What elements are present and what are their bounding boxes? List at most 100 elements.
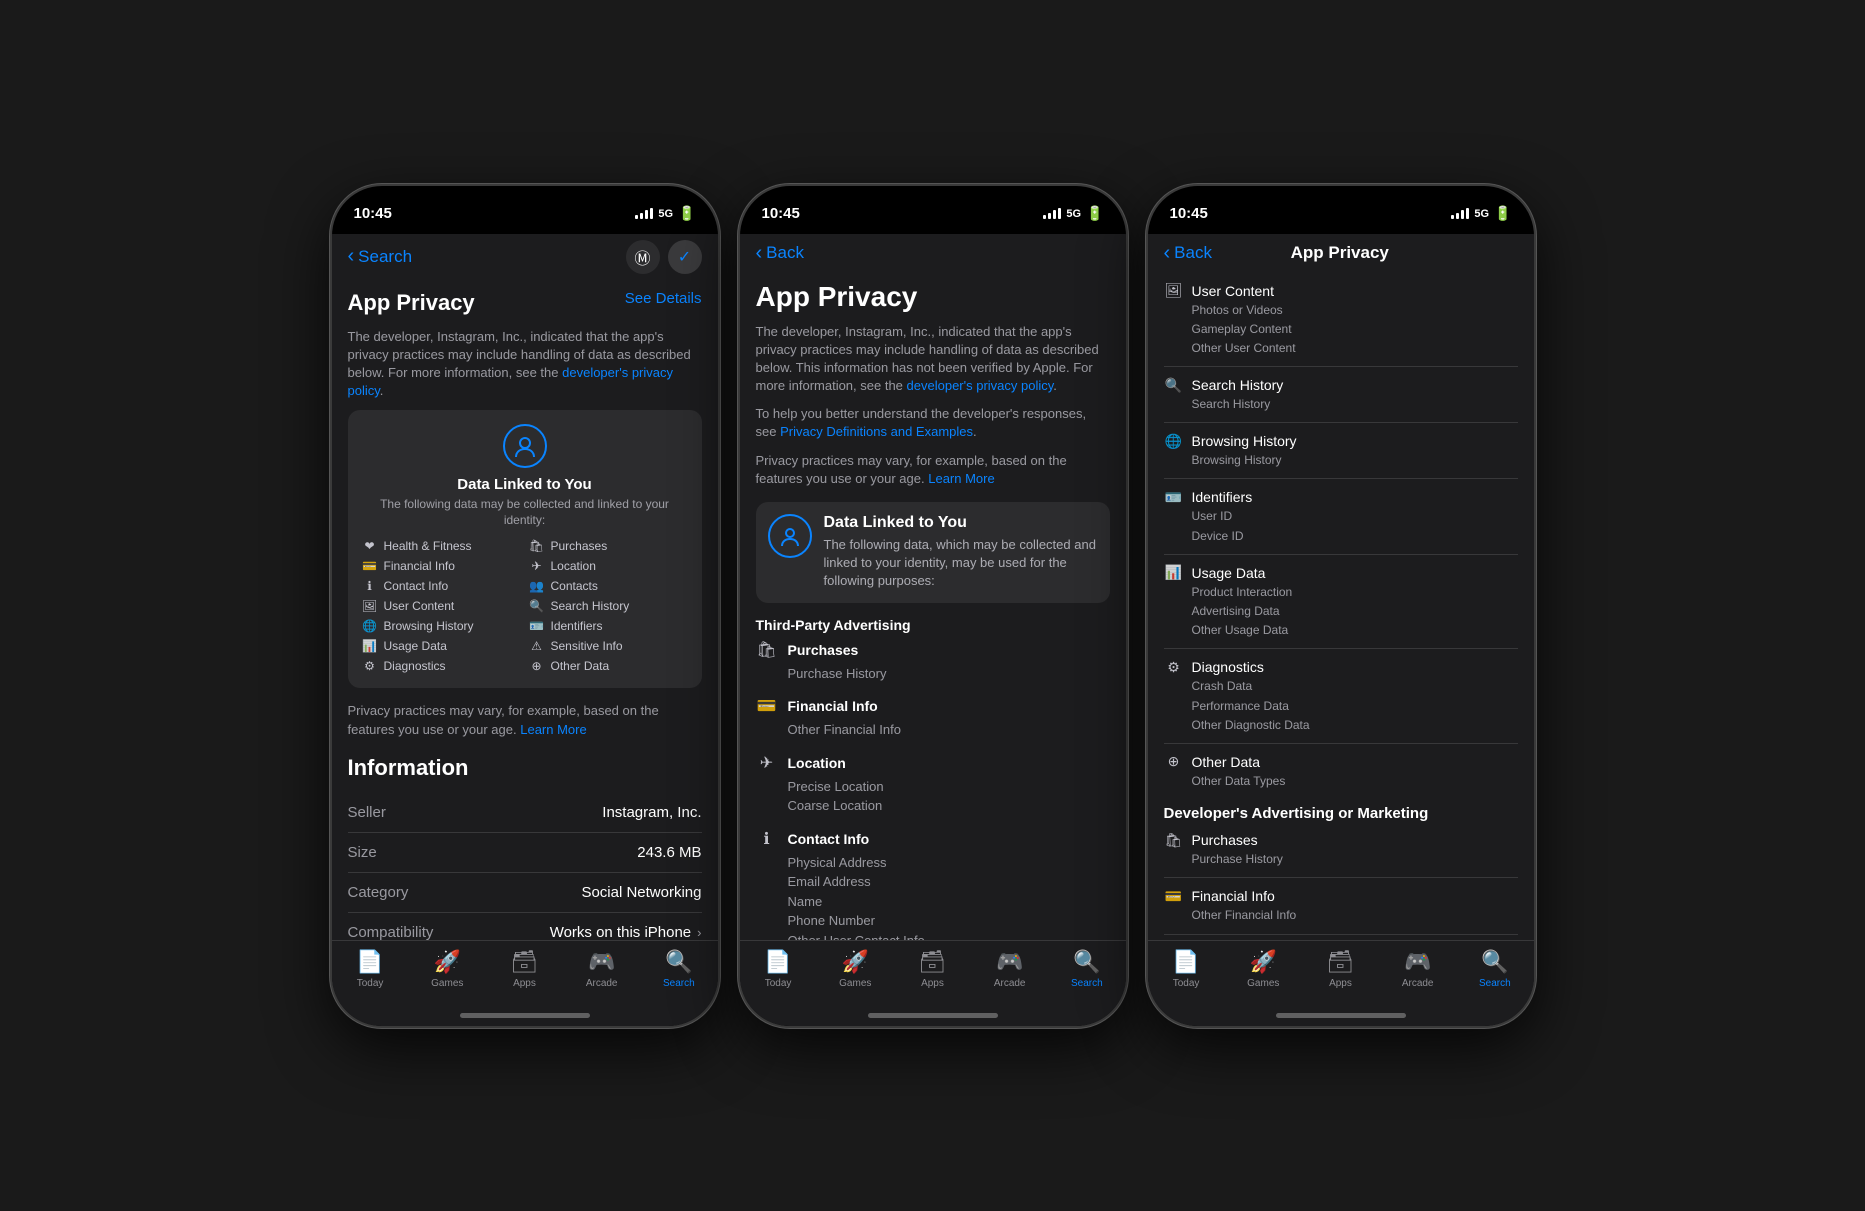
time-1: 10:45 bbox=[354, 205, 392, 222]
back-button-1[interactable]: ‹ Search bbox=[348, 245, 413, 268]
privacy-item-browsing: 🌐 Browsing History bbox=[362, 618, 521, 634]
threads-icon-1: Ⓜ bbox=[634, 245, 650, 269]
p2-financial-title: Financial Info bbox=[788, 698, 878, 714]
dynamic-island-1 bbox=[465, 186, 585, 220]
threads-badge-1[interactable]: Ⓜ bbox=[626, 240, 660, 274]
chevron-icon-compat: › bbox=[697, 925, 701, 940]
size-value: 243.6 MB bbox=[637, 844, 701, 861]
see-details-button[interactable]: See Details bbox=[625, 290, 702, 307]
user-content-icon: 🖼 bbox=[362, 598, 378, 614]
p2-purchases-sub: Purchase History bbox=[756, 664, 1110, 684]
screen-3: ‹ Back App Privacy 🖼 User Content Photos… bbox=[1148, 234, 1534, 1026]
content-2: App Privacy The developer, Instagram, In… bbox=[740, 269, 1126, 940]
search-icon-tab-3: 🔍 bbox=[1481, 949, 1508, 975]
privacy-item-purchases: 🛍 Purchases bbox=[529, 538, 688, 554]
purchases-icon: 🛍 bbox=[529, 538, 545, 554]
p2-purchases: 🛍 Purchases Purchase History bbox=[756, 639, 1110, 684]
tab-apps-3[interactable]: 🗃 Apps bbox=[1310, 949, 1370, 989]
learn-more-link-1[interactable]: Learn More bbox=[520, 722, 586, 737]
tab-search-1[interactable]: 🔍 Search bbox=[649, 949, 709, 989]
info-row-category: Category Social Networking bbox=[348, 873, 702, 913]
check-button-1[interactable]: ✓ bbox=[668, 240, 702, 274]
battery-icon-2: 🔋 bbox=[1086, 205, 1103, 222]
tab-apps-1[interactable]: 🗃 Apps bbox=[494, 949, 554, 989]
contacts-icon: 👥 bbox=[529, 578, 545, 594]
p3-dev-financial-sub: Other Financial Info bbox=[1164, 906, 1518, 925]
content-1: App Privacy See Details The developer, I… bbox=[332, 278, 718, 940]
p3-dev-financial-title: Financial Info bbox=[1192, 888, 1275, 904]
category-label: Category bbox=[348, 884, 409, 901]
tab-games-1[interactable]: 🚀 Games bbox=[417, 949, 477, 989]
app-privacy-title-2: App Privacy bbox=[756, 281, 1110, 313]
arcade-label-1: Arcade bbox=[586, 978, 618, 989]
tab-apps-2[interactable]: 🗃 Apps bbox=[902, 949, 962, 989]
signal-bars-3 bbox=[1451, 208, 1469, 219]
third-party-header: Third-Party Advertising bbox=[756, 617, 1110, 633]
nav-bar-1: ‹ Search Ⓜ ✓ bbox=[332, 234, 718, 278]
p2-contact-sub: Physical AddressEmail AddressNamePhone N… bbox=[756, 853, 1110, 940]
games-icon-1: 🚀 bbox=[434, 949, 461, 975]
apps-label-3: Apps bbox=[1329, 978, 1352, 989]
usage-icon: 📊 bbox=[362, 638, 378, 654]
back-button-3[interactable]: ‹ Back bbox=[1164, 242, 1212, 265]
tab-today-1[interactable]: 📄 Today bbox=[340, 949, 400, 989]
tab-search-3[interactable]: 🔍 Search bbox=[1465, 949, 1525, 989]
games-icon-3: 🚀 bbox=[1250, 949, 1277, 975]
home-indicator-2 bbox=[868, 1013, 998, 1018]
purchases-label: Purchases bbox=[551, 539, 608, 553]
privacy-box-title-2: Data Linked to You bbox=[824, 514, 1098, 532]
tab-games-2[interactable]: 🚀 Games bbox=[825, 949, 885, 989]
privacy-item-contact: ℹ Contact Info bbox=[362, 578, 521, 594]
dynamic-island-3 bbox=[1281, 186, 1401, 220]
tab-today-2[interactable]: 📄 Today bbox=[748, 949, 808, 989]
info-title-1: Information bbox=[348, 755, 702, 781]
nav-bar-2: ‹ Back bbox=[740, 234, 1126, 269]
tab-arcade-1[interactable]: 🎮 Arcade bbox=[572, 949, 632, 989]
privacy-item-user-content: 🖼 User Content bbox=[362, 598, 521, 614]
info-row-compatibility[interactable]: Compatibility Works on this iPhone › bbox=[348, 913, 702, 940]
p3-browsing-sub: Browsing History bbox=[1164, 451, 1518, 470]
phone-3: 10:45 5G 🔋 ‹ Back App Privacy bbox=[1146, 184, 1536, 1028]
screen-1: ‹ Search Ⓜ ✓ App Privacy See Details The… bbox=[332, 234, 718, 1026]
financial-icon: 💳 bbox=[362, 558, 378, 574]
p3-search-title: Search History bbox=[1192, 377, 1284, 393]
back-arrow-2: ‹ bbox=[756, 242, 763, 265]
tab-games-3[interactable]: 🚀 Games bbox=[1233, 949, 1293, 989]
identifiers-icon: 🪪 bbox=[529, 618, 545, 634]
other-data-label: Other Data bbox=[551, 659, 610, 673]
tab-today-3[interactable]: 📄 Today bbox=[1156, 949, 1216, 989]
back-arrow-1: ‹ bbox=[348, 245, 355, 268]
tab-search-2[interactable]: 🔍 Search bbox=[1057, 949, 1117, 989]
p2-financial-icon: 💳 bbox=[756, 695, 778, 717]
check-icon-1: ✓ bbox=[678, 247, 691, 267]
location-label: Location bbox=[551, 559, 596, 573]
privacy-examples-link[interactable]: Privacy Definitions and Examples bbox=[780, 424, 973, 439]
games-label-3: Games bbox=[1247, 978, 1279, 989]
p3-identifiers: 🪪 Identifiers User IDDevice ID bbox=[1164, 487, 1518, 545]
app-privacy-title-1: App Privacy bbox=[348, 290, 475, 316]
tab-bar-2: 📄 Today 🚀 Games 🗃 Apps 🎮 Arcade 🔍 Search bbox=[740, 940, 1126, 1009]
p3-identifiers-icon: 🪪 bbox=[1164, 487, 1184, 507]
privacy-box-2: Data Linked to You The following data, w… bbox=[756, 502, 1110, 603]
p3-identifiers-sub: User IDDevice ID bbox=[1164, 507, 1518, 545]
p3-dev-purchases-icon: 🛍 bbox=[1164, 830, 1184, 850]
p3-browsing-title: Browsing History bbox=[1192, 433, 1297, 449]
tab-arcade-2[interactable]: 🎮 Arcade bbox=[980, 949, 1040, 989]
p3-dev-financial: 💳 Financial Info Other Financial Info bbox=[1164, 886, 1518, 925]
p3-browsing-icon: 🌐 bbox=[1164, 431, 1184, 451]
p2-location-title: Location bbox=[788, 755, 846, 771]
learn-more-link-2[interactable]: Learn More bbox=[928, 471, 994, 486]
today-label-3: Today bbox=[1173, 978, 1200, 989]
dev-ad-section-title: Developer's Advertising or Marketing bbox=[1164, 805, 1518, 822]
back-button-2[interactable]: ‹ Back bbox=[756, 242, 804, 265]
nav-bar-3: ‹ Back App Privacy bbox=[1148, 234, 1534, 269]
seller-value: Instagram, Inc. bbox=[602, 804, 701, 821]
app-privacy-desc-2: The developer, Instagram, Inc., indicate… bbox=[756, 323, 1110, 396]
privacy-policy-link-2[interactable]: developer's privacy policy bbox=[907, 378, 1054, 393]
vary-note: Privacy practices may vary, for example,… bbox=[756, 452, 1110, 488]
other-data-icon: ⊕ bbox=[529, 658, 545, 674]
back-arrow-3: ‹ bbox=[1164, 242, 1171, 265]
p3-user-content-title: User Content bbox=[1192, 283, 1274, 299]
user-content-label: User Content bbox=[384, 599, 455, 613]
tab-arcade-3[interactable]: 🎮 Arcade bbox=[1388, 949, 1448, 989]
